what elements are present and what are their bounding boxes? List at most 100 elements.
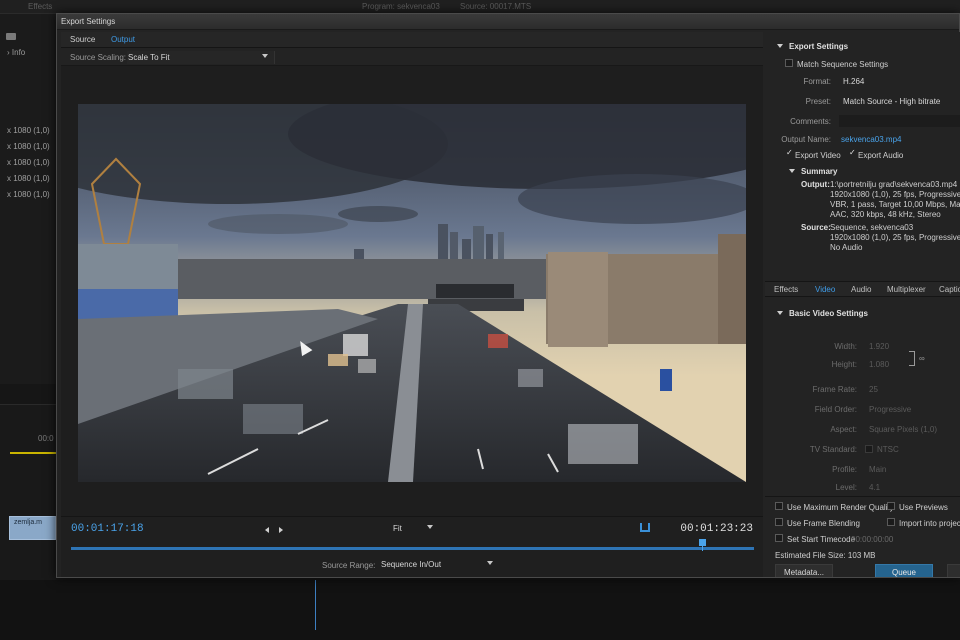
tv-standard-label: TV Standard: <box>809 445 857 454</box>
preview-frame-image <box>78 104 746 482</box>
tab-effects[interactable]: Effects <box>774 285 798 294</box>
start-timecode-checkbox[interactable] <box>775 534 783 542</box>
frame-blending-label: Use Frame Blending <box>787 519 860 528</box>
output-name-link[interactable]: sekvenca03.mp4 <box>841 135 959 144</box>
frame-rate-label: Frame Rate: <box>812 385 857 394</box>
source-output-tabs: Source Output <box>61 32 763 48</box>
export-video-checkbox[interactable] <box>785 148 793 158</box>
import-project-checkbox[interactable] <box>887 518 895 526</box>
estimated-file-size: Estimated File Size: 103 MB <box>775 551 876 560</box>
match-sequence-label: Match Sequence Settings <box>797 60 889 69</box>
source-range-value: Sequence In/Out <box>381 560 442 569</box>
export-settings-header[interactable]: Export Settings <box>777 42 848 51</box>
source-scaling-label: Source Scaling: <box>70 53 127 62</box>
work-area-bar <box>10 452 56 454</box>
video-preview[interactable] <box>78 104 746 482</box>
preset-label: Preset: <box>805 97 831 106</box>
list-item[interactable]: x 1080 (1,0) <box>7 142 50 151</box>
list-item[interactable]: x 1080 (1,0) <box>7 190 50 199</box>
timecode-in[interactable]: 00:01:17:18 <box>71 523 144 535</box>
summary-output-line: 1:\portretnilju grad\sekvenca03.mp4 <box>830 180 958 189</box>
max-render-label: Use Maximum Render Quality <box>787 503 894 512</box>
basic-video-header[interactable]: Basic Video Settings <box>777 309 868 318</box>
tab-effects[interactable]: Effects <box>28 2 52 11</box>
folder-icon[interactable] <box>6 33 16 40</box>
preset-select[interactable]: Match Source - High bitrate <box>843 97 960 106</box>
workspace-bottom <box>0 580 960 640</box>
timecode-out[interactable]: 00:01:23:23 <box>680 523 753 535</box>
frame-blending-checkbox[interactable] <box>775 518 783 526</box>
timeline-timecode: 00:0 <box>38 434 54 443</box>
metadata-button[interactable]: Metadata... <box>775 564 833 577</box>
triangle-down-icon <box>789 169 795 173</box>
field-order-select[interactable]: Progressive <box>869 405 959 414</box>
source-scaling-select[interactable]: Scale To Fit <box>127 51 275 64</box>
source-range-select[interactable]: Sequence In/Out <box>379 558 495 571</box>
summary-header[interactable]: Summary <box>789 167 837 176</box>
ntsc-radio[interactable] <box>865 445 873 453</box>
tab-output[interactable]: Output <box>111 35 135 44</box>
dialog-title: Export Settings <box>57 14 959 30</box>
export-audio-checkbox[interactable] <box>848 148 856 158</box>
timeline-playhead[interactable] <box>315 580 316 630</box>
source-range-label: Source Range: <box>322 561 376 570</box>
tab-multiplexer[interactable]: Multiplexer <box>887 285 926 294</box>
height-label: Height: <box>831 360 857 369</box>
timeline-clip[interactable]: zemlja.m <box>9 516 56 540</box>
export-settings-dialog: Export Settings Source Output Source Sca… <box>56 13 960 578</box>
queue-button[interactable]: Queue <box>875 564 933 577</box>
tab-captions[interactable]: Captio <box>939 285 960 294</box>
summary-source-key: Source: <box>801 223 831 232</box>
match-sequence-checkbox[interactable] <box>785 59 793 67</box>
triangle-down-icon <box>777 44 783 48</box>
info-label[interactable]: › Info <box>7 48 25 57</box>
tab-source[interactable]: Source: 00017.MTS <box>460 2 531 11</box>
use-previews-checkbox[interactable] <box>887 502 895 510</box>
list-item[interactable]: x 1080 (1,0) <box>7 158 50 167</box>
tab-source[interactable]: Source <box>70 35 95 44</box>
chain-link-icon[interactable]: ∞ <box>919 354 925 363</box>
import-project-label: Import into project <box>899 519 960 528</box>
list-item[interactable]: x 1080 (1,0) <box>7 174 50 183</box>
source-scaling-value: Scale To Fit <box>128 53 170 62</box>
crop-icon[interactable] <box>640 523 650 532</box>
ntsc-label: NTSC <box>877 445 899 454</box>
scrubber-track[interactable] <box>71 547 754 550</box>
start-timecode-input[interactable]: 00:00:00:00 <box>851 535 893 544</box>
profile-select[interactable]: Main <box>869 465 959 474</box>
set-in-point-icon[interactable] <box>265 527 269 533</box>
aspect-select[interactable]: Square Pixels (1,0) <box>869 425 959 434</box>
comments-input[interactable] <box>839 115 960 127</box>
project-panel <box>0 14 56 384</box>
triangle-down-icon <box>777 311 783 315</box>
comments-label: Comments: <box>790 117 831 126</box>
summary-output-line: AAC, 320 kbps, 48 kHz, Stereo <box>830 210 941 219</box>
transport-bar: 00:01:17:18 Fit 00:01:23:23 Source Range… <box>61 516 763 577</box>
summary-source-line: No Audio <box>830 243 863 252</box>
zoom-fit-value: Fit <box>393 524 402 533</box>
export-button[interactable]: E <box>947 564 960 577</box>
format-select[interactable]: H.264 <box>843 77 960 86</box>
settings-pane: Export Settings Match Sequence Settings … <box>765 32 960 577</box>
output-name-label: Output Name: <box>781 135 831 144</box>
source-scaling-row: Source Scaling: Scale To Fit <box>61 48 763 66</box>
playhead-line <box>702 545 703 551</box>
list-item[interactable]: x 1080 (1,0) <box>7 126 50 135</box>
use-previews-label: Use Previews <box>899 503 948 512</box>
aspect-label: Aspect: <box>830 425 857 434</box>
summary-output-line: VBR, 1 pass, Target 10,00 Mbps, Max 12 <box>830 200 960 209</box>
format-label: Format: <box>803 77 831 86</box>
level-select[interactable]: 4.1 <box>869 483 959 492</box>
preview-pane: Source Output Source Scaling: Scale To F… <box>61 32 763 577</box>
tab-program[interactable]: Program: sekvenca03 <box>362 2 440 11</box>
height-input[interactable]: 1.080 <box>869 360 909 369</box>
export-video-label: Export Video <box>795 151 841 160</box>
zoom-fit-select[interactable]: Fit <box>391 522 435 535</box>
width-input[interactable]: 1.920 <box>869 342 909 351</box>
max-render-checkbox[interactable] <box>775 502 783 510</box>
tab-audio[interactable]: Audio <box>851 285 871 294</box>
tab-video[interactable]: Video <box>815 285 835 294</box>
set-out-point-icon[interactable] <box>279 527 283 533</box>
frame-rate-select[interactable]: 25 <box>869 385 959 394</box>
chevron-down-icon <box>262 54 268 58</box>
